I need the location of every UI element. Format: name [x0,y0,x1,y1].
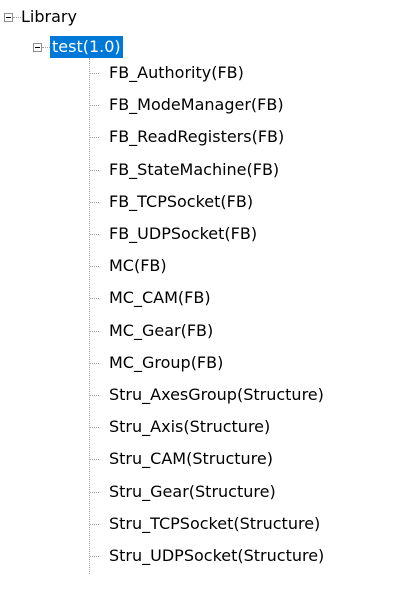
tree-item[interactable]: FB_StateMachine(FB) [90,155,390,186]
tree-item-label: Stru_AxesGroup(Structure) [109,385,324,404]
tree-connector-line [90,330,99,332]
tree-connector-line [90,362,99,364]
tree-connector-line [90,298,99,300]
tree-item[interactable]: MC_CAM(FB) [90,283,390,314]
tree-connector-line [90,459,99,461]
tree-item-label: MC(FB) [109,256,167,276]
tree-item[interactable]: Stru_TCPSocket(Structure) [90,509,390,540]
tree-item-label: FB_TCPSocket(FB) [109,191,254,211]
tree-connector-line [42,47,50,48]
tree-item[interactable]: Stru_CAM(Structure) [90,444,390,475]
tree-item[interactable]: MC_Gear(FB) [90,316,390,347]
tree-item[interactable]: Stru_UDPSocket(Structure) [90,541,390,572]
tree-item[interactable]: FB_TCPSocket(FB) [90,187,390,218]
tree-item-label: Stru_Axis(Structure) [109,417,271,437]
tree-connector-line [90,105,99,107]
tree-item-label: FB_UDPSocket(FB) [109,224,258,243]
tree-connector-line [90,556,99,557]
tree-item-label: Stru_CAM(Structure) [109,449,273,469]
tree-item-label: Stru_TCPSocket(Structure) [109,513,321,533]
tree-item[interactable]: MC(FB) [90,251,390,282]
tree-item[interactable]: MC_Group(FB) [90,348,390,379]
tree-item[interactable]: FB_ReadRegisters(FB) [90,122,390,153]
collapse-toggle-icon[interactable] [33,43,42,52]
tree-item-label: MC_Gear(FB) [109,320,214,340]
tree-item-label: MC_Group(FB) [109,352,224,372]
tree-connector-line [90,523,99,525]
tree-item[interactable]: FB_ModeManager(FB) [90,90,390,121]
tree-item[interactable]: FB_UDPSocket(FB) [90,219,390,250]
tree-connector-line [90,73,99,74]
tree-connector-line [13,17,21,18]
tree-connector-line [90,395,99,396]
tree-connector-line [90,137,99,139]
tree-item-label: FB_ReadRegisters(FB) [109,127,285,147]
tree-connector-line [90,169,99,171]
tree-node-test-selected[interactable]: test(1.0) [50,36,123,58]
tree-item-label: FB_ModeManager(FB) [109,95,284,115]
collapse-toggle-icon[interactable] [4,13,13,22]
tree-connector-line [90,427,99,429]
tree-item-label: MC_CAM(FB) [109,288,211,308]
tree-item-label: Stru_Gear(Structure) [109,481,276,501]
tree-connector-line [90,234,99,235]
tree-item[interactable]: Stru_AxesGroup(Structure) [90,380,390,411]
tree-item[interactable]: FB_Authority(FB) [90,58,390,89]
tree-item[interactable]: Stru_Axis(Structure) [90,412,390,443]
tree-item-label: Stru_UDPSocket(Structure) [109,546,325,565]
tree-item-label: FB_Authority(FB) [109,63,244,82]
tree-item-label: FB_StateMachine(FB) [109,159,280,179]
tree-connector-line [90,491,99,493]
tree-connector-line [90,266,99,268]
tree-connector-line [90,201,99,203]
library-tree: Library test(1.0) FB_Authority(FB) FB_Mod… [0,0,398,594]
tree-node-library[interactable]: Library [21,6,77,28]
tree-item[interactable]: Stru_Gear(Structure) [90,477,390,508]
